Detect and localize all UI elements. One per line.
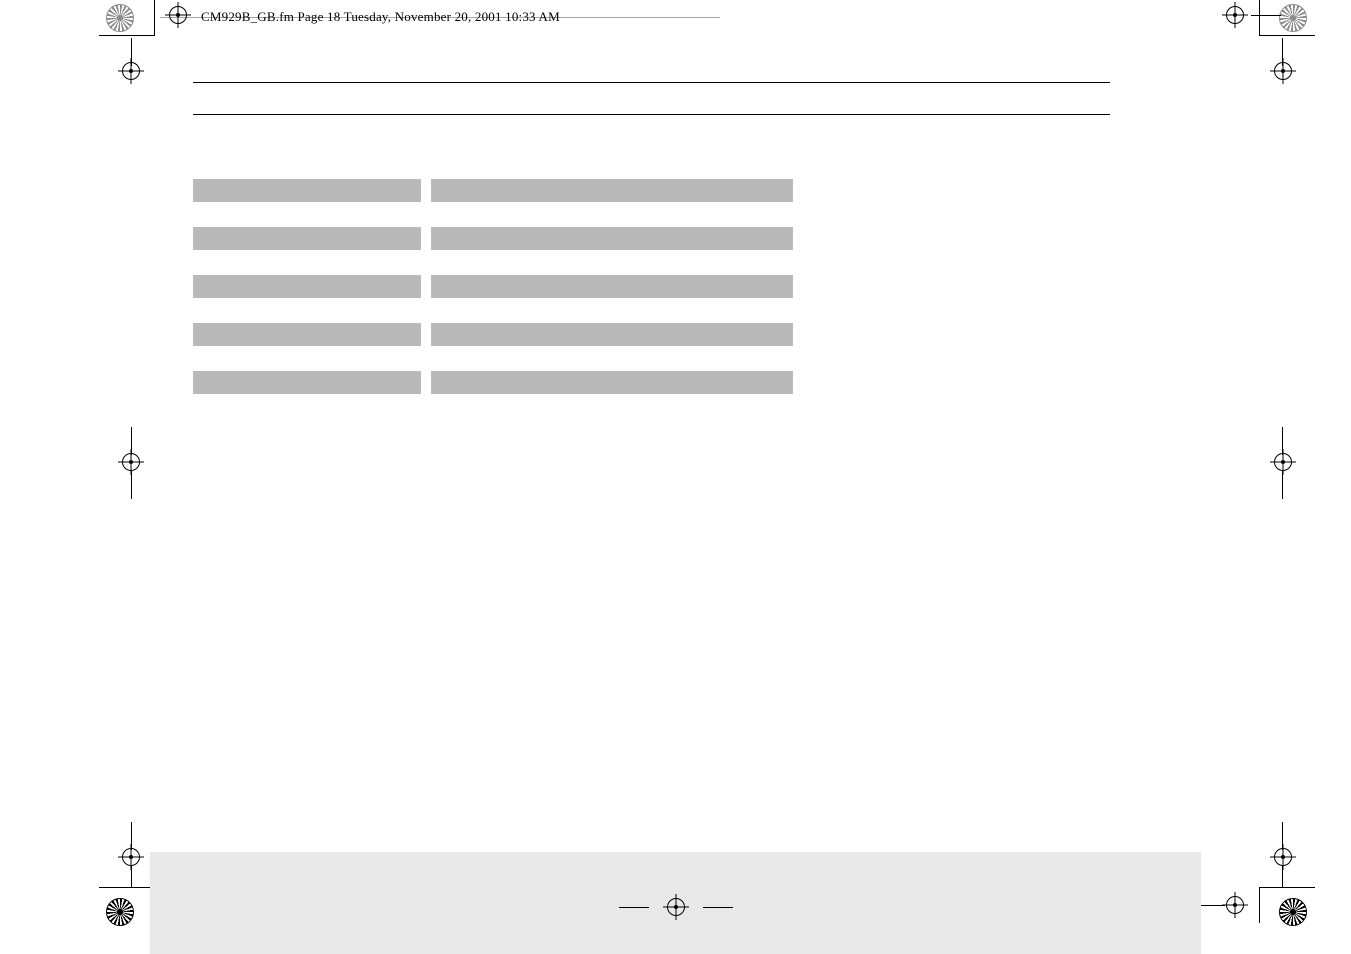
crop-rule bbox=[154, 0, 155, 36]
table-row-gap bbox=[193, 250, 803, 275]
crop-rule bbox=[99, 35, 155, 36]
registration-target-icon bbox=[667, 898, 685, 916]
rosette-icon bbox=[1279, 4, 1307, 32]
table-row-gap bbox=[193, 346, 803, 371]
registration-target-icon bbox=[1274, 848, 1292, 866]
registration-target-icon bbox=[1274, 453, 1292, 471]
table-cell bbox=[193, 323, 421, 346]
content-rule-thin bbox=[193, 114, 1110, 115]
crop-rule bbox=[1199, 905, 1225, 906]
table-row-gap bbox=[193, 202, 803, 227]
crop-rule bbox=[1282, 866, 1283, 888]
registration-target-icon bbox=[122, 848, 140, 866]
crop-rule bbox=[1259, 887, 1315, 888]
table-row bbox=[193, 275, 803, 298]
rosette-icon bbox=[106, 898, 134, 926]
content-rule-heavy bbox=[193, 82, 1110, 83]
table-cell bbox=[193, 227, 421, 250]
crop-rule bbox=[1282, 471, 1283, 499]
crop-rule bbox=[619, 907, 649, 908]
registration-target-icon bbox=[1226, 896, 1244, 914]
crop-rule bbox=[131, 866, 132, 888]
crop-rule bbox=[1259, 0, 1260, 36]
table-cell bbox=[431, 179, 793, 202]
table-cell bbox=[193, 179, 421, 202]
table-cell bbox=[431, 227, 793, 250]
crop-rule bbox=[1259, 887, 1260, 923]
registration-target-icon bbox=[122, 62, 140, 80]
table-placeholder bbox=[193, 179, 803, 394]
table-cell bbox=[431, 323, 793, 346]
table-cell bbox=[431, 371, 793, 394]
table-cell bbox=[431, 275, 793, 298]
center-registration-assembly bbox=[619, 898, 733, 916]
table-row bbox=[193, 371, 803, 394]
header-meta-text: CM929B_GB.fm Page 18 Tuesday, November 2… bbox=[201, 9, 560, 25]
crop-rule bbox=[131, 471, 132, 499]
table-row bbox=[193, 179, 803, 202]
crop-rule bbox=[1259, 35, 1315, 36]
table-row-gap bbox=[193, 298, 803, 323]
registration-target-icon bbox=[169, 6, 187, 24]
crop-rule bbox=[703, 907, 733, 908]
rosette-icon bbox=[1279, 898, 1307, 926]
crop-rule bbox=[99, 887, 155, 888]
crop-rule bbox=[1251, 15, 1281, 16]
registration-target-icon bbox=[1274, 62, 1292, 80]
table-cell bbox=[193, 371, 421, 394]
table-row bbox=[193, 227, 803, 250]
registration-target-icon bbox=[1226, 6, 1244, 24]
page-root: CM929B_GB.fm Page 18 Tuesday, November 2… bbox=[0, 0, 1351, 954]
table-row bbox=[193, 323, 803, 346]
registration-target-icon bbox=[122, 453, 140, 471]
table-cell bbox=[193, 275, 421, 298]
rosette-icon bbox=[106, 4, 134, 32]
